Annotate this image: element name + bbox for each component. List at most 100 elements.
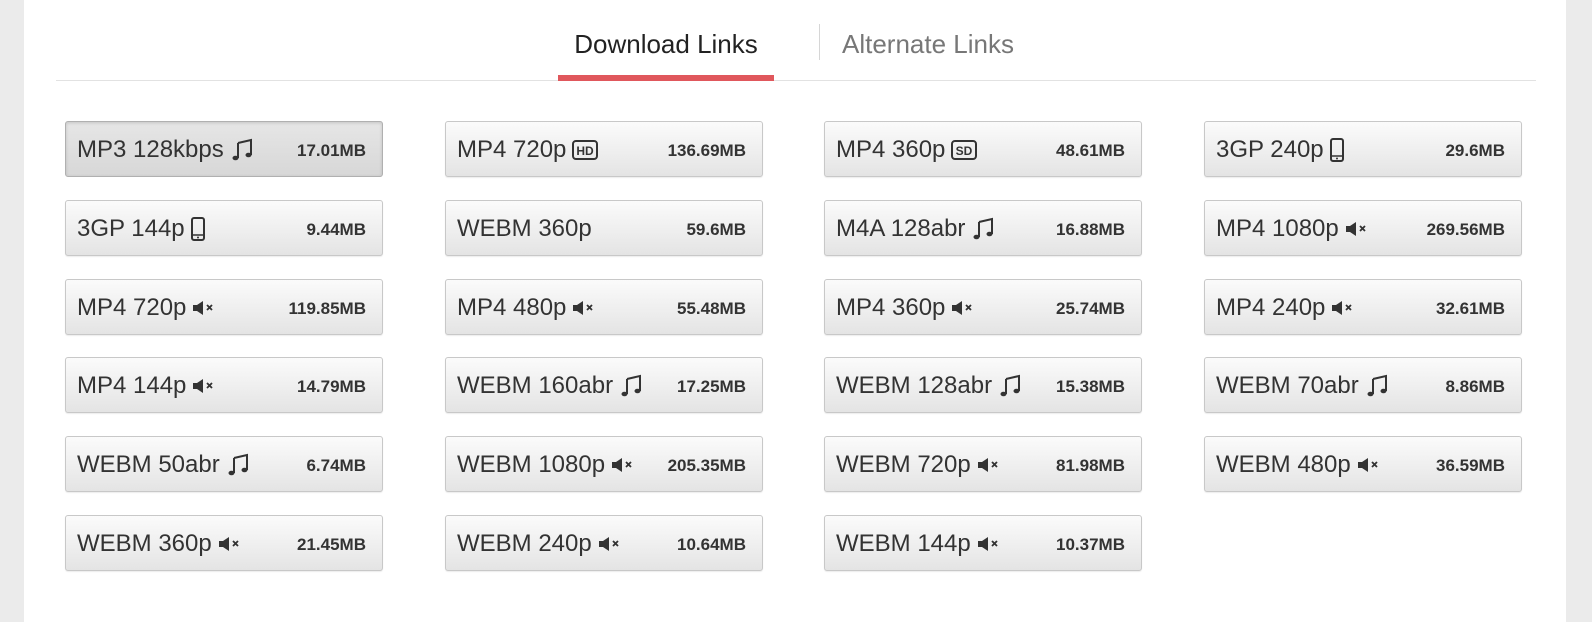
format-label-group: WEBM 360p: [457, 201, 592, 257]
active-tab-indicator: [558, 75, 774, 81]
file-size: 81.98MB: [1056, 456, 1125, 475]
download-link-button[interactable]: WEBM 50abr 6.74MB: [65, 436, 383, 492]
download-link-button[interactable]: 3GP 144p 9.44MB: [65, 200, 383, 256]
music-note-icon: [998, 374, 1022, 398]
format-label-group: WEBM 160abr: [457, 358, 643, 414]
format-label: WEBM 160abr: [457, 372, 614, 399]
file-size: 55.48MB: [677, 299, 746, 318]
link-tabs: Download Links Alternate Links: [56, 0, 1536, 81]
tab-label: Alternate Links: [842, 29, 1014, 59]
format-label: MP4 1080p: [1216, 215, 1339, 242]
format-label: WEBM 70abr: [1216, 372, 1359, 399]
format-label-group: WEBM 360p: [77, 516, 242, 572]
file-size: 32.61MB: [1436, 299, 1505, 318]
format-label-group: MP4 144p: [77, 358, 216, 414]
music-note-icon: [619, 374, 643, 398]
download-link-button[interactable]: WEBM 160abr 17.25MB: [445, 357, 763, 413]
download-link-button[interactable]: MP4 1080p 269.56MB: [1204, 200, 1522, 256]
file-size: 6.74MB: [306, 456, 366, 475]
format-label-group: MP4 240p: [1216, 280, 1355, 336]
format-label-group: MP4 480p: [457, 280, 596, 336]
download-link-button[interactable]: MP4 144p 14.79MB: [65, 357, 383, 413]
download-link-button[interactable]: 3GP 240p 29.6MB: [1204, 121, 1522, 177]
file-size: 8.86MB: [1445, 377, 1505, 396]
mute-icon: [572, 300, 596, 316]
mute-icon: [611, 457, 635, 473]
file-size: 10.37MB: [1056, 535, 1125, 554]
format-label-group: MP4 1080p: [1216, 201, 1369, 257]
music-note-icon: [1365, 374, 1389, 398]
format-label: MP4 480p: [457, 294, 567, 321]
mute-icon: [192, 378, 216, 394]
format-label-group: WEBM 128abr: [836, 358, 1022, 414]
mute-icon: [977, 536, 1001, 552]
hd-icon: HD: [572, 140, 599, 160]
format-label-group: MP4 720p: [77, 280, 216, 336]
download-link-button[interactable]: WEBM 360p 21.45MB: [65, 515, 383, 571]
format-label-group: MP4 720p HD: [457, 122, 599, 178]
download-link-button[interactable]: MP3 128kbps 17.01MB: [65, 121, 383, 177]
download-link-button[interactable]: M4A 128abr 16.88MB: [824, 200, 1142, 256]
file-size: 17.01MB: [297, 141, 366, 160]
download-panel: Download Links Alternate Links MP3 128kb…: [24, 0, 1566, 622]
mute-icon: [1345, 221, 1369, 237]
file-size: 25.74MB: [1056, 299, 1125, 318]
format-label-group: MP4 360p: [836, 280, 975, 336]
format-label: WEBM 128abr: [836, 372, 993, 399]
svg-text:HD: HD: [577, 144, 595, 158]
format-label-group: 3GP 144p: [77, 201, 205, 257]
format-label-group: WEBM 480p: [1216, 437, 1381, 493]
mobile-phone-icon: [1329, 138, 1344, 162]
file-size: 119.85MB: [288, 299, 367, 318]
file-size: 48.61MB: [1056, 141, 1125, 160]
sd-icon: SD: [951, 140, 978, 160]
format-label: 3GP 144p: [77, 215, 185, 242]
format-label-group: MP3 128kbps: [77, 122, 254, 178]
tab-download-links[interactable]: Download Links: [558, 26, 774, 81]
tab-divider: [819, 24, 820, 60]
file-size: 14.79MB: [297, 377, 366, 396]
download-link-button[interactable]: MP4 720p HD 136.69MB: [445, 121, 763, 177]
download-link-button[interactable]: WEBM 128abr 15.38MB: [824, 357, 1142, 413]
format-label: MP4 144p: [77, 372, 187, 399]
mute-icon: [192, 300, 216, 316]
file-size: 269.56MB: [1426, 220, 1505, 239]
format-label: WEBM 720p: [836, 451, 971, 478]
tab-label: Download Links: [574, 29, 758, 59]
file-size: 36.59MB: [1436, 456, 1505, 475]
format-label-group: 3GP 240p: [1216, 122, 1344, 178]
download-link-button[interactable]: WEBM 480p 36.59MB: [1204, 436, 1522, 492]
format-label: MP3 128kbps: [77, 136, 224, 163]
download-link-button[interactable]: WEBM 1080p 205.35MB: [445, 436, 763, 492]
file-size: 16.88MB: [1056, 220, 1125, 239]
tab-alternate-links[interactable]: Alternate Links: [828, 26, 1028, 80]
download-link-button[interactable]: MP4 480p 55.48MB: [445, 279, 763, 335]
file-size: 205.35MB: [667, 456, 746, 475]
svg-text:SD: SD: [956, 144, 973, 158]
download-link-button[interactable]: MP4 240p 32.61MB: [1204, 279, 1522, 335]
format-label: WEBM 1080p: [457, 451, 606, 478]
download-link-button[interactable]: WEBM 70abr 8.86MB: [1204, 357, 1522, 413]
format-label: WEBM 240p: [457, 530, 592, 557]
music-note-icon: [226, 453, 250, 477]
download-link-button[interactable]: WEBM 240p 10.64MB: [445, 515, 763, 571]
format-label: MP4 240p: [1216, 294, 1326, 321]
download-link-button[interactable]: WEBM 360p 59.6MB: [445, 200, 763, 256]
format-label: WEBM 360p: [77, 530, 212, 557]
mute-icon: [598, 536, 622, 552]
download-link-button[interactable]: WEBM 720p 81.98MB: [824, 436, 1142, 492]
download-link-button[interactable]: WEBM 144p 10.37MB: [824, 515, 1142, 571]
download-link-button[interactable]: MP4 360p 25.74MB: [824, 279, 1142, 335]
download-link-button[interactable]: MP4 720p 119.85MB: [65, 279, 383, 335]
mute-icon: [218, 536, 242, 552]
format-label: WEBM 480p: [1216, 451, 1351, 478]
mute-icon: [1331, 300, 1355, 316]
format-label: M4A 128abr: [836, 215, 966, 242]
music-note-icon: [971, 217, 995, 241]
mute-icon: [1357, 457, 1381, 473]
file-size: 21.45MB: [297, 535, 366, 554]
download-link-button[interactable]: MP4 360p SD 48.61MB: [824, 121, 1142, 177]
music-note-icon: [230, 138, 254, 162]
format-label-group: M4A 128abr: [836, 201, 995, 257]
format-label-group: WEBM 70abr: [1216, 358, 1389, 414]
